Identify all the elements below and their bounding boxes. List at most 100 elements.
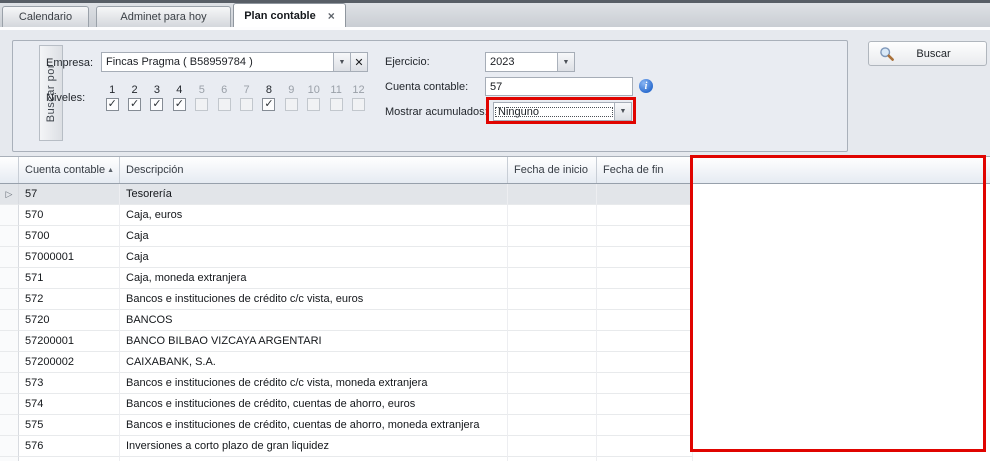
header-fecha-fin[interactable]: Fecha de fin bbox=[597, 157, 693, 183]
table-row[interactable]: ▷ 57 Tesorería bbox=[0, 184, 990, 205]
nivel-9: 9 bbox=[280, 83, 302, 111]
header-empty-space bbox=[693, 157, 990, 183]
cell-cuenta-contable bbox=[19, 457, 120, 461]
nivel-number-label: 2 bbox=[131, 84, 138, 96]
row-selector[interactable] bbox=[0, 415, 19, 436]
table-row[interactable]: 570 Caja, euros bbox=[0, 205, 990, 226]
table-row[interactable]: 571 Caja, moneda extranjera bbox=[0, 268, 990, 289]
header-row-selector bbox=[0, 157, 19, 183]
tab-calendario[interactable]: Calendario bbox=[2, 6, 89, 27]
table-row[interactable]: 5720 BANCOS bbox=[0, 310, 990, 331]
cuenta-contable-input[interactable] bbox=[486, 78, 632, 95]
info-icon[interactable]: i bbox=[639, 79, 653, 93]
buscar-button[interactable]: Buscar bbox=[868, 41, 987, 66]
niveles-label: Niveles: bbox=[46, 92, 86, 104]
table-row[interactable]: 57000001 Caja bbox=[0, 247, 990, 268]
table-row[interactable]: 57200002 CAIXABANK, S.A. bbox=[0, 352, 990, 373]
cell-fecha-inicio bbox=[508, 205, 597, 226]
nivel-6: 6 bbox=[213, 83, 235, 111]
cell-descripcion: Caja bbox=[120, 226, 508, 247]
nivel-checkbox-3[interactable]: ✓ bbox=[150, 98, 164, 111]
table-row[interactable]: 57200001 BANCO BILBAO VIZCAYA ARGENTARI bbox=[0, 331, 990, 352]
tab-adminet-para-hoy[interactable]: Adminet para hoy bbox=[96, 6, 231, 27]
mostrar-acumulados-combobox[interactable]: Ninguno ▼ bbox=[493, 102, 632, 121]
cell-descripcion: Bancos e instituciones de crédito c/c vi… bbox=[120, 373, 508, 394]
chevron-down-icon[interactable]: ▼ bbox=[557, 53, 574, 71]
nivel-3: 3 ✓ bbox=[146, 83, 168, 111]
chevron-down-icon[interactable]: ▼ bbox=[333, 53, 350, 71]
search-panel: Buscar por Empresa: Fincas Pragma ( B589… bbox=[12, 40, 848, 152]
nivel-checkbox-9[interactable] bbox=[284, 98, 298, 111]
close-tab-icon[interactable]: × bbox=[328, 10, 335, 22]
cell-fecha-inicio bbox=[508, 247, 597, 268]
table-row[interactable]: 573 Bancos e instituciones de crédito c/c… bbox=[0, 373, 990, 394]
nivel-checkbox-8[interactable]: ✓ bbox=[262, 98, 276, 111]
nivel-number-label: 10 bbox=[307, 84, 320, 96]
cell-fecha-fin bbox=[597, 415, 693, 436]
cell-empty-space bbox=[693, 268, 990, 289]
niveles-grid: 1 ✓ 2 ✓ 3 ✓ 4 ✓ 5 6 7 8 ✓ 9 10 11 12 bbox=[101, 83, 370, 111]
nivel-4: 4 ✓ bbox=[168, 83, 190, 111]
nivel-checkbox-2[interactable]: ✓ bbox=[128, 98, 142, 111]
nivel-11: 11 bbox=[325, 83, 347, 111]
table-row[interactable]: 574 Bancos e instituciones de crédito, cu… bbox=[0, 394, 990, 415]
table-row[interactable]: 575 Bancos e instituciones de crédito, cu… bbox=[0, 415, 990, 436]
cell-descripcion: Caja, euros bbox=[120, 205, 508, 226]
cell-fecha-fin bbox=[597, 436, 693, 457]
cell-cuenta-contable: 57 bbox=[19, 184, 120, 205]
nivel-number-label: 12 bbox=[352, 84, 365, 96]
table-row[interactable]: 572 Bancos e instituciones de crédito c/c… bbox=[0, 289, 990, 310]
cell-fecha-inicio bbox=[508, 457, 597, 461]
tab-plan-contable[interactable]: Plan contable × bbox=[233, 3, 346, 27]
cell-cuenta-contable: 574 bbox=[19, 394, 120, 415]
clear-icon[interactable]: ✕ bbox=[350, 53, 367, 71]
header-fecha-inicio[interactable]: Fecha de inicio bbox=[508, 157, 597, 183]
cell-empty-space bbox=[693, 247, 990, 268]
table-row[interactable]: 576 Inversiones a corto plazo de gran liq… bbox=[0, 436, 990, 457]
header-descripcion[interactable]: Descripción bbox=[120, 157, 508, 183]
row-selector[interactable] bbox=[0, 373, 19, 394]
table-row[interactable]: 5700 Caja bbox=[0, 226, 990, 247]
nivel-number-label: 4 bbox=[176, 84, 183, 96]
nivel-checkbox-5[interactable] bbox=[195, 98, 209, 111]
chevron-down-icon[interactable]: ▼ bbox=[614, 103, 631, 120]
cell-descripcion: Caja bbox=[120, 247, 508, 268]
nivel-checkbox-4[interactable]: ✓ bbox=[172, 98, 186, 111]
row-selector[interactable] bbox=[0, 310, 19, 331]
nivel-checkbox-6[interactable] bbox=[217, 98, 231, 111]
nivel-checkbox-12[interactable] bbox=[351, 98, 365, 111]
nivel-checkbox-11[interactable] bbox=[329, 98, 343, 111]
row-selector[interactable] bbox=[0, 352, 19, 373]
cell-empty-space bbox=[693, 394, 990, 415]
cell-fecha-inicio bbox=[508, 268, 597, 289]
row-selector[interactable] bbox=[0, 268, 19, 289]
tab-label: Calendario bbox=[18, 11, 73, 23]
search-icon bbox=[880, 46, 894, 61]
row-selector[interactable] bbox=[0, 289, 19, 310]
nivel-number-label: 7 bbox=[243, 84, 250, 96]
nivel-checkbox-10[interactable] bbox=[307, 98, 321, 111]
cell-descripcion: CAIXABANK, S.A. bbox=[120, 352, 508, 373]
row-selector[interactable]: ▷ bbox=[0, 184, 19, 205]
cuenta-contable-field bbox=[485, 77, 633, 96]
row-selector[interactable] bbox=[0, 457, 19, 461]
cell-fecha-fin bbox=[597, 373, 693, 394]
table-row-empty[interactable] bbox=[0, 457, 990, 461]
cell-cuenta-contable: 5700 bbox=[19, 226, 120, 247]
nivel-checkbox-7[interactable] bbox=[240, 98, 254, 111]
row-selector[interactable] bbox=[0, 394, 19, 415]
row-selector[interactable] bbox=[0, 226, 19, 247]
row-selector[interactable] bbox=[0, 436, 19, 457]
row-selector[interactable] bbox=[0, 247, 19, 268]
cell-cuenta-contable: 57200001 bbox=[19, 331, 120, 352]
header-cuenta-contable[interactable]: Cuenta contable ▲ bbox=[19, 157, 120, 183]
cell-fecha-inicio bbox=[508, 394, 597, 415]
cell-fecha-inicio bbox=[508, 184, 597, 205]
row-selector[interactable] bbox=[0, 331, 19, 352]
nivel-number-label: 3 bbox=[153, 84, 161, 96]
empresa-combobox[interactable]: Fincas Pragma ( B58959784 ) ▼ ✕ bbox=[101, 52, 368, 72]
ejercicio-combobox[interactable]: 2023 ▼ bbox=[485, 52, 575, 72]
row-selector[interactable] bbox=[0, 205, 19, 226]
cell-descripcion: BANCOS bbox=[120, 310, 508, 331]
nivel-checkbox-1[interactable]: ✓ bbox=[105, 98, 119, 111]
